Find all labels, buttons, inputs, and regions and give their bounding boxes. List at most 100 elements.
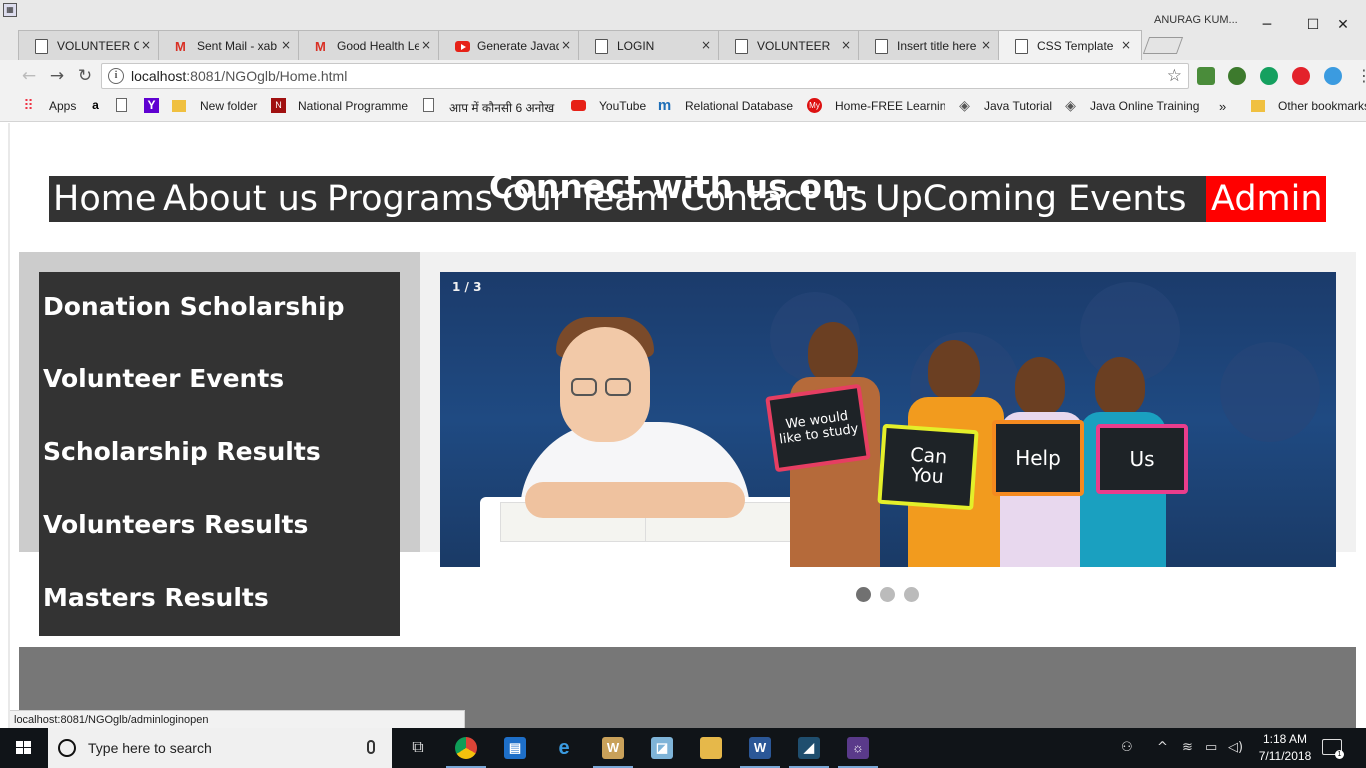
bookmarks-overflow-chevron[interactable]: » — [1219, 99, 1226, 114]
page-icon — [423, 98, 434, 112]
extension-grammarly-icon[interactable] — [1260, 67, 1278, 85]
side-item-volunteer-events[interactable]: Volunteer Events — [43, 364, 284, 393]
bookmark-hindi-article[interactable]: आप में कौनसी 6 अनोख — [449, 99, 559, 116]
nav-programs[interactable]: Programs — [327, 178, 493, 220]
bookmark-other[interactable]: Other bookmarks — [1278, 99, 1366, 113]
tab-login[interactable]: LOGIN × — [578, 30, 722, 60]
status-bar-url: localhost:8081/NGOglb/adminloginopen — [10, 710, 465, 728]
notification-badge: 1 — [1335, 750, 1344, 759]
board-text: Help — [1015, 445, 1061, 470]
tab-close-icon[interactable]: × — [141, 38, 151, 52]
taskbar-clock[interactable]: 1:18 AM 7/11/2018 — [1253, 731, 1317, 765]
extension-globe-icon[interactable] — [1228, 67, 1246, 85]
bookmark-java-tutorial[interactable]: Java Tutorial — [984, 99, 1052, 113]
nav-admin[interactable]: Admin — [1206, 176, 1326, 222]
menu-dots-icon[interactable]: ⋮ — [1356, 66, 1366, 85]
extension-icon[interactable] — [1197, 67, 1215, 85]
tab-css-template[interactable]: CSS Template × — [998, 30, 1142, 60]
tab-close-icon[interactable]: × — [1121, 38, 1131, 52]
forward-arrow-icon[interactable]: → — [46, 65, 68, 87]
slideshow-image: We would like to study Can You Help Us 1… — [440, 272, 1336, 567]
bookmark-youtube[interactable]: YouTube — [599, 99, 646, 113]
side-item-volunteers-results[interactable]: Volunteers Results — [43, 510, 308, 539]
tab-label: CSS Template — [1037, 39, 1114, 53]
windows-logo-icon — [16, 741, 32, 755]
tab-sent-mail[interactable]: M Sent Mail - xab × — [158, 30, 302, 60]
clock-date: 7/11/2018 — [1258, 749, 1312, 763]
tab-close-icon[interactable]: × — [981, 38, 991, 52]
microphone-icon[interactable] — [367, 740, 375, 754]
tab-volunteer-cr[interactable]: VOLUNTEER CR × — [18, 30, 162, 60]
nav-home[interactable]: Home — [53, 178, 156, 220]
tab-close-icon[interactable]: × — [281, 38, 291, 52]
bookmark-star-icon[interactable]: ☆ — [1167, 66, 1182, 86]
info-icon[interactable]: i — [108, 68, 124, 84]
tab-close-icon[interactable]: × — [841, 38, 851, 52]
bookmark-relational-database[interactable]: Relational Database — [685, 99, 793, 113]
yahoo-icon[interactable]: Y — [144, 98, 159, 113]
glasses — [605, 378, 631, 396]
side-item-donation-scholarship[interactable]: Donation Scholarship — [43, 292, 345, 321]
nav-admin-label: Admin — [1211, 179, 1323, 219]
close-window-button[interactable]: ✕ — [1320, 10, 1366, 40]
volume-icon[interactable]: ◁) — [1228, 740, 1243, 755]
slide-dot-1[interactable] — [856, 587, 871, 602]
side-item-masters-results[interactable]: Masters Results — [43, 583, 269, 612]
tab-label: VOLUNTEER — [757, 39, 831, 53]
tab-close-icon[interactable]: × — [701, 38, 711, 52]
page-edge — [8, 123, 10, 728]
taskbar-word[interactable]: W — [736, 728, 784, 768]
start-button[interactable] — [0, 728, 48, 768]
extension-opera-icon[interactable] — [1292, 67, 1310, 85]
myblog-icon: My — [807, 98, 822, 113]
bookmark-apps[interactable]: Apps — [49, 99, 76, 113]
youtube-icon — [571, 100, 586, 111]
taskbar-search[interactable]: Type here to search — [48, 728, 392, 768]
amazon-icon[interactable]: a — [88, 98, 103, 113]
bookmark-national-programme[interactable]: National Programme — [298, 99, 408, 113]
address-bar[interactable]: i localhost:8081/NGOglb/Home.html ☆ — [101, 63, 1189, 89]
bookmark-java-online-training[interactable]: Java Online Training — [1090, 99, 1199, 113]
battery-icon[interactable]: ▭ — [1205, 740, 1217, 755]
tab-volunteer[interactable]: VOLUNTEER × — [718, 30, 862, 60]
tab-generate-javadoc[interactable]: Generate Javad × — [438, 30, 582, 60]
extension-vpn-icon[interactable] — [1324, 67, 1342, 85]
reload-icon[interactable]: ↻ — [74, 65, 96, 87]
tab-good-health[interactable]: M Good Health Le × — [298, 30, 442, 60]
show-hidden-icons-chevron[interactable]: ^ — [1157, 740, 1168, 755]
new-tab-button[interactable] — [1142, 37, 1184, 54]
taskbar-eclipse[interactable]: ☼ — [834, 728, 882, 768]
tab-close-icon[interactable]: × — [561, 38, 571, 52]
nav-upcoming-events[interactable]: UpComing Events — [875, 178, 1187, 220]
taskbar-chrome[interactable] — [442, 728, 490, 768]
board-text: You — [910, 463, 945, 489]
people-icon[interactable]: ⚇ — [1121, 740, 1133, 755]
task-view-button[interactable]: ⧉ — [394, 728, 442, 768]
tab-insert-title[interactable]: Insert title here × — [858, 30, 1002, 60]
taskbar-wordpad[interactable]: W — [589, 728, 637, 768]
tab-close-icon[interactable]: × — [421, 38, 431, 52]
apps-grid-icon: ⠿ — [23, 97, 34, 113]
taskbar-app-blue[interactable]: ▤ — [491, 728, 539, 768]
edge-icon: e — [558, 737, 570, 759]
back-arrow-icon[interactable]: ← — [18, 65, 40, 87]
slide-dot-3[interactable] — [904, 587, 919, 602]
board-text: Us — [1129, 446, 1155, 471]
chalkboard: Help — [992, 420, 1084, 496]
taskbar-edge[interactable]: e — [540, 728, 588, 768]
taskbar-app-screen[interactable]: ◪ — [638, 728, 686, 768]
chrome-icon — [455, 737, 477, 759]
taskbar-file-explorer[interactable] — [687, 728, 735, 768]
page-icon[interactable] — [116, 98, 127, 112]
nav-about-us[interactable]: About us — [163, 178, 318, 220]
minimize-button[interactable]: ─ — [1244, 10, 1290, 40]
taskbar-mysql[interactable]: ◢ — [785, 728, 833, 768]
wifi-icon[interactable]: ≋ — [1182, 740, 1193, 755]
url-text[interactable]: localhost:8081/NGOglb/Home.html — [131, 68, 347, 84]
browser-toolbar: ← → ↻ i localhost:8081/NGOglb/Home.html … — [0, 60, 1366, 92]
slide-dot-2[interactable] — [880, 587, 895, 602]
bookmark-new-folder[interactable]: New folder — [200, 99, 257, 113]
side-item-scholarship-results[interactable]: Scholarship Results — [43, 437, 321, 466]
bookmark-home-free-learning[interactable]: Home-FREE Learning — [835, 99, 945, 113]
profile-name[interactable]: ANURAG KUM... — [1154, 14, 1238, 26]
